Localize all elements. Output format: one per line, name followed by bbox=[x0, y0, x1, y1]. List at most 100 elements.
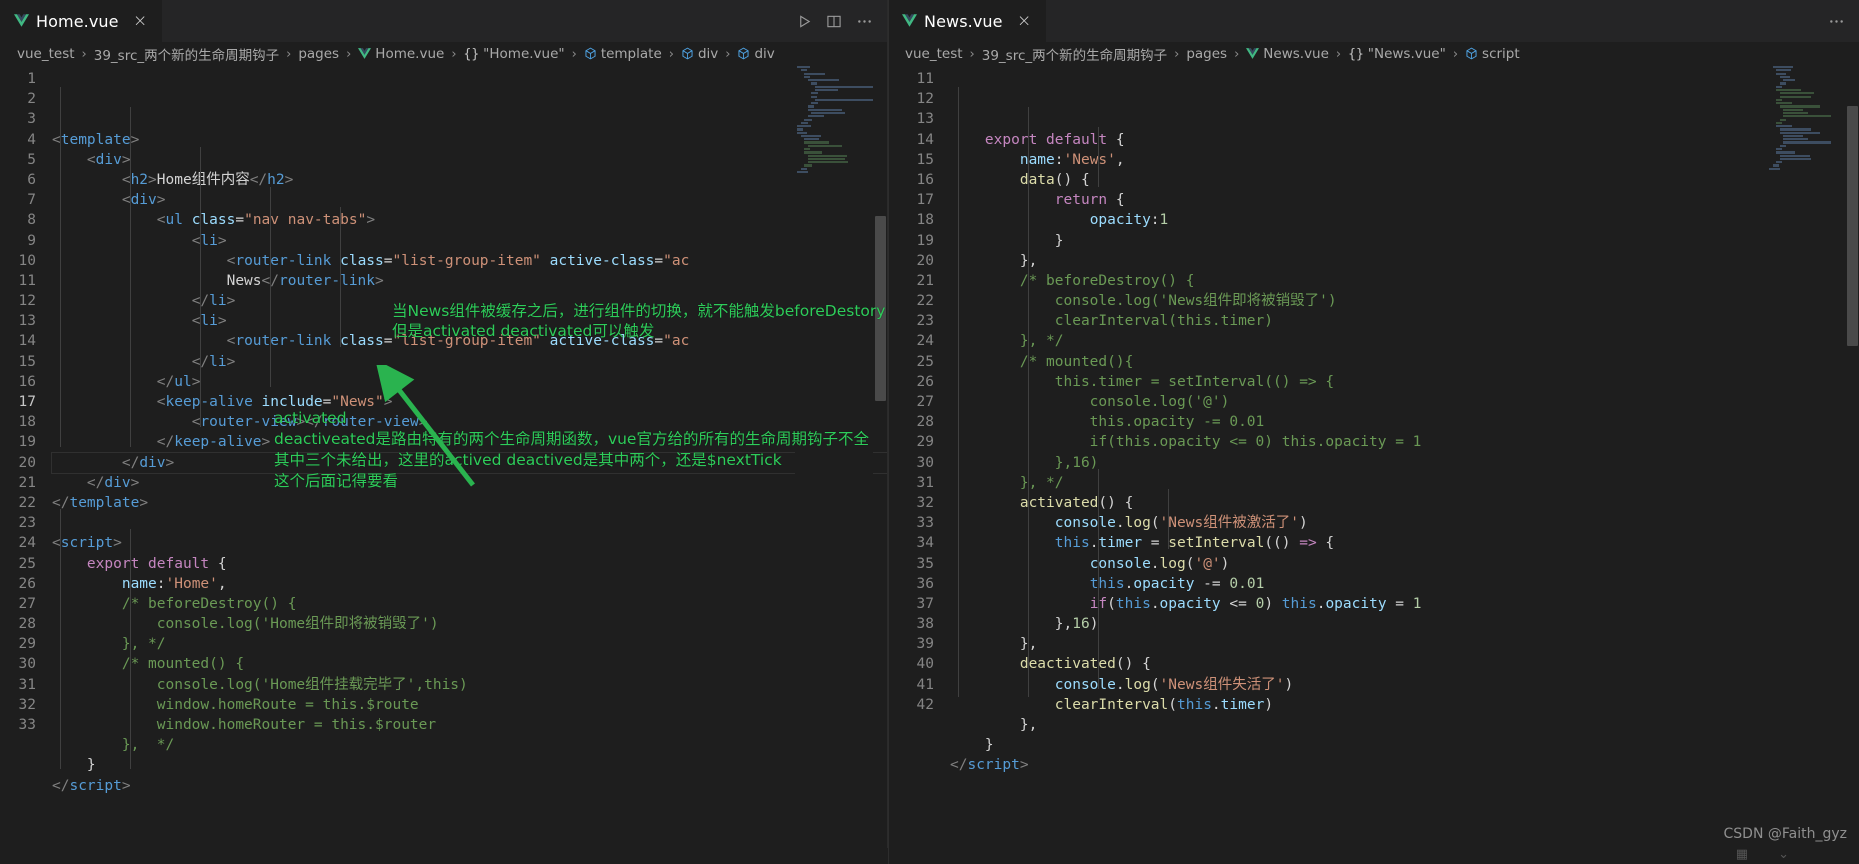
code-line[interactable]: <div> bbox=[52, 150, 887, 170]
code-line[interactable]: if(this.opacity <= 0) this.opacity = 1 bbox=[950, 432, 1859, 452]
code-line[interactable]: deactivated() { bbox=[950, 654, 1859, 674]
code-line[interactable]: News</router-link> bbox=[52, 271, 887, 291]
code-line[interactable]: </div> bbox=[52, 473, 887, 493]
scrollbar-vertical-right[interactable] bbox=[1845, 66, 1859, 864]
line-number: 38 bbox=[916, 616, 934, 633]
pane-divider[interactable] bbox=[888, 0, 889, 864]
code-line[interactable]: export default { bbox=[52, 554, 887, 574]
scrollbar-vertical-left[interactable] bbox=[873, 66, 887, 864]
breadcrumb-item[interactable]: vue_test bbox=[905, 46, 963, 62]
code-line[interactable]: console.log('News组件被激活了') bbox=[950, 513, 1859, 533]
close-icon[interactable]: × bbox=[132, 13, 149, 30]
code-line[interactable]: this.opacity -= 0.01 bbox=[950, 412, 1859, 432]
close-icon[interactable]: × bbox=[1016, 13, 1033, 30]
code-token: = bbox=[383, 252, 393, 269]
code-line[interactable]: this.opacity -= 0.01 bbox=[950, 574, 1859, 594]
breadcrumb-label: "News.vue" bbox=[1367, 46, 1446, 62]
breadcrumb-item[interactable]: template bbox=[584, 46, 662, 62]
code-line[interactable]: return { bbox=[950, 190, 1859, 210]
line-number: 22 bbox=[916, 293, 934, 310]
code-token: setInterval bbox=[1168, 535, 1265, 552]
code-line[interactable]: clearInterval(this.timer) bbox=[950, 695, 1859, 715]
run-icon[interactable] bbox=[797, 14, 812, 29]
code-line[interactable]: <div> bbox=[52, 190, 887, 210]
code-line[interactable]: </li> bbox=[52, 352, 887, 372]
tab-news-vue[interactable]: News.vue × bbox=[888, 0, 1046, 42]
code-line[interactable]: } bbox=[950, 231, 1859, 251]
code-line[interactable]: export default { bbox=[950, 130, 1859, 150]
code-line[interactable]: </template> bbox=[52, 493, 887, 513]
code-line[interactable]: }, */ bbox=[950, 473, 1859, 493]
code-line[interactable]: activated() { bbox=[950, 493, 1859, 513]
code-line[interactable]: name:'Home', bbox=[52, 574, 887, 594]
code-line[interactable] bbox=[52, 513, 887, 533]
code-line[interactable]: },16) bbox=[950, 614, 1859, 634]
code-content-right[interactable]: export default { name:'News', data() { r… bbox=[950, 69, 1859, 776]
breadcrumb-item[interactable]: pages bbox=[298, 46, 339, 62]
breadcrumb-item[interactable]: {} "News.vue" bbox=[1348, 46, 1446, 62]
code-line[interactable]: <script> bbox=[52, 533, 887, 553]
breadcrumb-item[interactable]: div bbox=[681, 46, 718, 62]
split-editor-icon[interactable] bbox=[826, 14, 842, 29]
code-line[interactable]: } bbox=[950, 735, 1859, 755]
code-line[interactable]: opacity:1 bbox=[950, 210, 1859, 230]
code-line[interactable]: window.homeRouter = this.$router bbox=[52, 715, 887, 735]
code-token: this.opacity -= 0.01 bbox=[950, 414, 1265, 431]
breadcrumb-item[interactable]: pages bbox=[1186, 46, 1227, 62]
breadcrumb-item[interactable]: vue_test bbox=[17, 46, 75, 62]
code-line[interactable]: </script> bbox=[52, 776, 887, 796]
code-token: template bbox=[69, 494, 140, 511]
code-line[interactable]: }, bbox=[950, 634, 1859, 654]
code-line[interactable]: <keep-alive include="News"> bbox=[52, 392, 887, 412]
code-line[interactable]: <template> bbox=[52, 130, 887, 150]
breadcrumb-item[interactable]: div bbox=[737, 46, 775, 62]
code-line[interactable]: }, bbox=[950, 715, 1859, 735]
code-line[interactable]: }, */ bbox=[52, 735, 887, 755]
code-token: } bbox=[950, 737, 994, 754]
code-line[interactable]: /* beforeDestroy() { bbox=[52, 594, 887, 614]
code-line[interactable]: }, */ bbox=[950, 331, 1859, 351]
code-line[interactable]: console.log('News组件即将被销毁了') bbox=[950, 291, 1859, 311]
code-line[interactable]: clearInterval(this.timer) bbox=[950, 311, 1859, 331]
code-line[interactable]: name:'News', bbox=[950, 150, 1859, 170]
code-line[interactable]: window.homeRoute = this.$route bbox=[52, 695, 887, 715]
breadcrumb-item[interactable]: 39_src_两个新的生命周期钩子 bbox=[982, 44, 1167, 64]
code-line[interactable]: console.log('Home组件挂载完毕了',this) bbox=[52, 675, 887, 695]
code-line[interactable]: </ul> bbox=[52, 372, 887, 392]
code-line[interactable]: console.log('Home组件即将被销毁了') bbox=[52, 614, 887, 634]
code-line[interactable]: /* mounted() { bbox=[52, 654, 887, 674]
breadcrumb-item[interactable]: News.vue bbox=[1246, 46, 1329, 62]
code-line[interactable]: this.timer = setInterval(() => { bbox=[950, 533, 1859, 553]
code-line[interactable]: console.log('@') bbox=[950, 392, 1859, 412]
code-line[interactable]: console.log('News组件失活了') bbox=[950, 675, 1859, 695]
breadcrumb-item[interactable]: 39_src_两个新的生命周期钩子 bbox=[94, 44, 279, 64]
code-line[interactable]: },16) bbox=[950, 453, 1859, 473]
code-line[interactable]: </script> bbox=[950, 755, 1859, 775]
breadcrumb-item[interactable]: script bbox=[1465, 46, 1520, 62]
more-actions-icon[interactable] bbox=[856, 14, 873, 29]
code-line[interactable]: }, */ bbox=[52, 634, 887, 654]
code-line[interactable]: }, bbox=[950, 251, 1859, 271]
editor-right[interactable]: 11 12 13 14 15 16 17 18 19 20 21 22 23 24 25 26 27 28 29 30… bbox=[888, 66, 1859, 864]
code-line[interactable]: this.timer = setInterval(() => { bbox=[950, 372, 1859, 392]
code-line[interactable]: <li> bbox=[52, 231, 887, 251]
tab-label: Home.vue bbox=[36, 12, 119, 31]
code-line[interactable]: data() { bbox=[950, 170, 1859, 190]
breadcrumb-item[interactable]: Home.vue bbox=[358, 46, 444, 62]
code-line[interactable]: /* mounted(){ bbox=[950, 352, 1859, 372]
code-line[interactable]: console.log('@') bbox=[950, 554, 1859, 574]
code-token: }, bbox=[950, 717, 1038, 734]
breadcrumb-item[interactable]: {} "Home.vue" bbox=[464, 46, 565, 62]
code-line[interactable]: if(this.opacity <= 0) this.opacity = 1 bbox=[950, 594, 1859, 614]
code-line[interactable]: /* beforeDestroy() { bbox=[950, 271, 1859, 291]
code-line[interactable]: } bbox=[52, 755, 887, 775]
code-line[interactable]: <ul class="nav nav-tabs"> bbox=[52, 210, 887, 230]
code-line[interactable]: <h2>Home组件内容</h2> bbox=[52, 170, 887, 190]
tab-home-vue[interactable]: Home.vue × bbox=[0, 0, 162, 42]
more-actions-icon[interactable] bbox=[1828, 14, 1845, 29]
code-line[interactable]: <router-link class="list-group-item" act… bbox=[52, 251, 887, 271]
code-token: template bbox=[60, 131, 131, 148]
